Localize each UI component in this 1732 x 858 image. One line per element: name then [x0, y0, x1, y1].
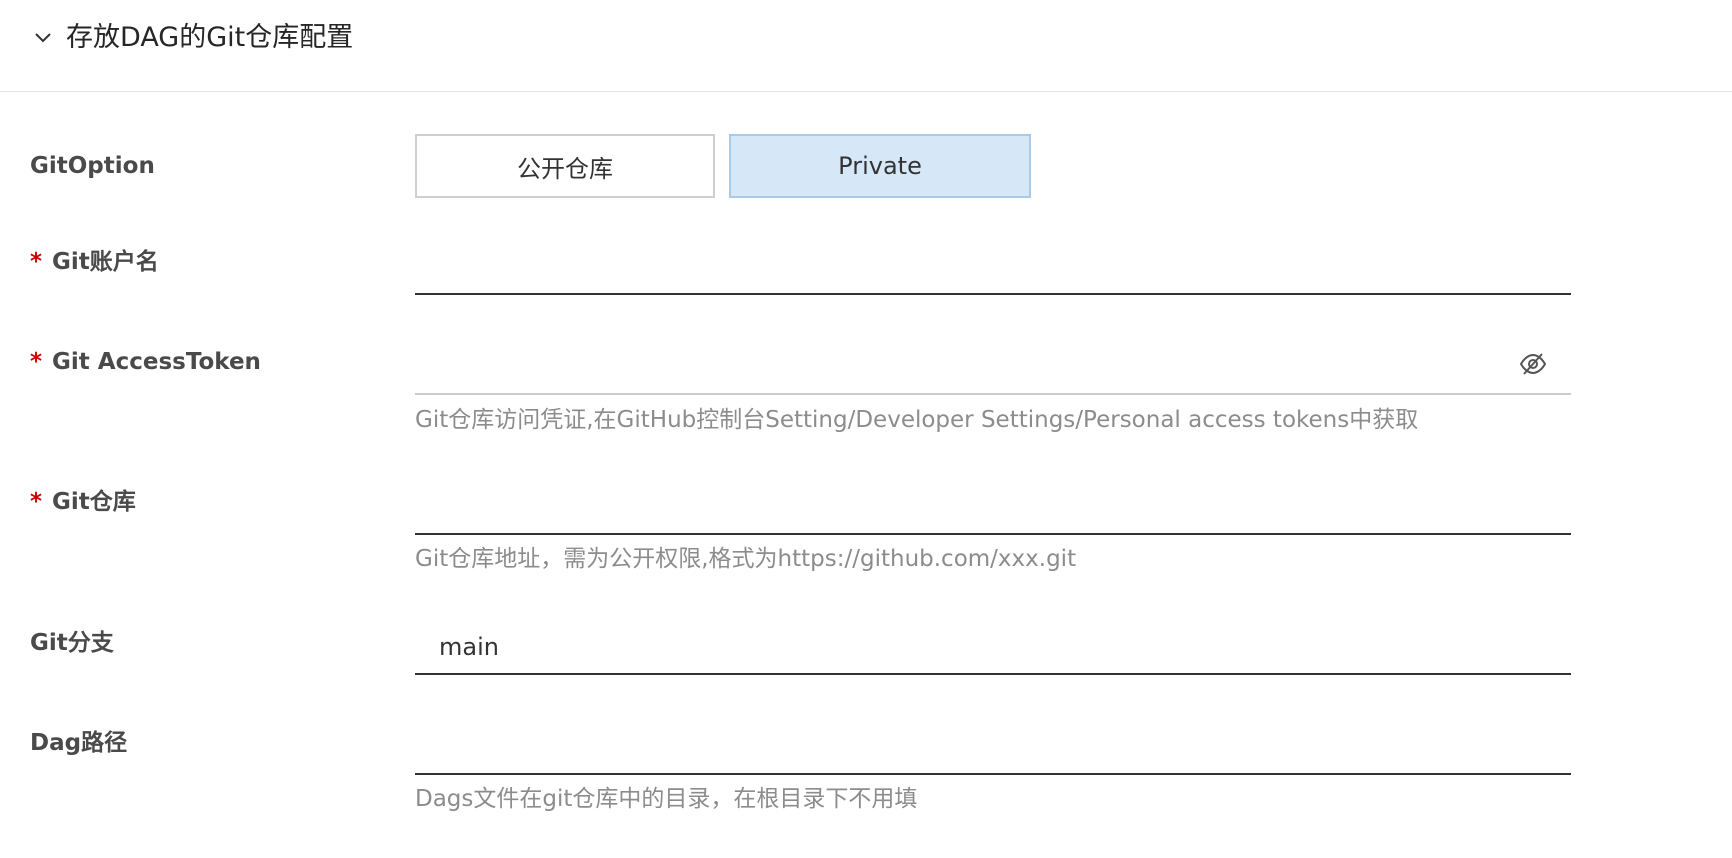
required-mark: * [30, 349, 43, 375]
eye-off-icon[interactable] [1519, 352, 1547, 376]
git-account-label: * Git账户名 [30, 247, 159, 277]
git-option-public-button[interactable]: 公开仓库 [415, 134, 715, 198]
git-repo-input[interactable] [415, 480, 1571, 535]
section-header[interactable]: 存放DAG的Git仓库配置 [0, 0, 1732, 92]
git-account-label-text: Git账户名 [52, 249, 159, 275]
git-branch-label: Git分支 [30, 630, 114, 656]
dag-path-hint: Dags文件在git仓库中的目录，在根目录下不用填 [415, 786, 918, 812]
git-repo-label-text: Git仓库 [52, 489, 136, 515]
git-repo-hint: Git仓库地址，需为公开权限,格式为https://github.com/xxx… [415, 546, 1077, 572]
git-repo-label: * Git仓库 [30, 487, 136, 517]
git-access-token-label: * Git AccessToken [30, 347, 261, 377]
git-branch-input[interactable] [415, 620, 1571, 675]
required-mark: * [30, 489, 43, 515]
dag-path-input[interactable] [415, 720, 1571, 775]
chevron-down-icon[interactable] [33, 28, 53, 48]
section-title: 存放DAG的Git仓库配置 [66, 22, 354, 53]
git-access-token-hint: Git仓库访问凭证,在GitHub控制台Setting/Developer Se… [415, 407, 1419, 433]
git-option-label: GitOption [30, 153, 155, 179]
git-access-token-label-text: Git AccessToken [52, 349, 261, 375]
required-mark: * [30, 249, 43, 275]
git-config-form: 存放DAG的Git仓库配置 GitOption 公开仓库 Private * Gi… [0, 0, 1732, 858]
git-access-token-input[interactable] [415, 340, 1571, 395]
dag-path-label: Dag路径 [30, 730, 128, 756]
git-account-input[interactable] [415, 240, 1571, 295]
git-option-private-button[interactable]: Private [729, 134, 1031, 198]
